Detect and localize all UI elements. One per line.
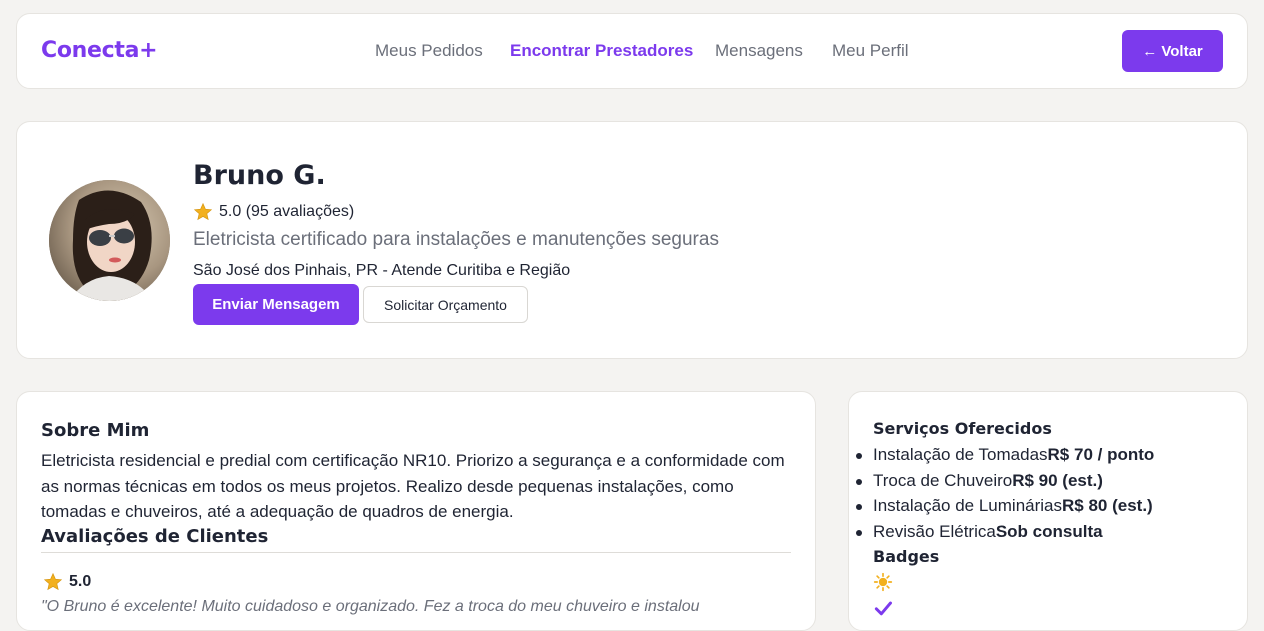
services-title: Serviços Oferecidos bbox=[873, 419, 1052, 438]
service-item: Troca de ChuveiroR$ 90 (est.) bbox=[855, 468, 1154, 494]
provider-rating: 5.0 (95 avaliações) bbox=[193, 202, 354, 222]
main-nav: Meus Pedidos Encontrar Prestadores Mensa… bbox=[17, 41, 1247, 63]
services-card: Serviços Oferecidos Instalação de Tomada… bbox=[848, 391, 1248, 631]
send-message-button[interactable]: Enviar Mensagem bbox=[193, 284, 359, 325]
top-navbar: Conecta+ Meus Pedidos Encontrar Prestado… bbox=[16, 13, 1248, 89]
nav-meu-perfil[interactable]: Meu Perfil bbox=[832, 41, 909, 61]
avatar bbox=[49, 180, 170, 301]
provider-location: São José dos Pinhais, PR - Atende Curiti… bbox=[193, 262, 571, 279]
about-card: Sobre Mim Eletricista residencial e pred… bbox=[16, 391, 816, 631]
nav-mensagens[interactable]: Mensagens bbox=[715, 41, 803, 61]
sun-badge-icon bbox=[873, 572, 893, 592]
profile-card: Bruno G. 5.0 (95 avaliações) Eletricista… bbox=[16, 121, 1248, 359]
star-icon bbox=[43, 572, 63, 591]
nav-encontrar-prestadores[interactable]: Encontrar Prestadores bbox=[510, 41, 693, 61]
provider-name: Bruno G. bbox=[193, 160, 326, 191]
star-icon bbox=[193, 202, 213, 221]
services-list: Instalação de TomadasR$ 70 / ponto Troca… bbox=[855, 442, 1154, 545]
about-title: Sobre Mim bbox=[41, 420, 150, 441]
service-item: Revisão ElétricaSob consulta bbox=[855, 519, 1154, 545]
rating-text: 5.0 (95 avaliações) bbox=[219, 203, 355, 220]
request-quote-button[interactable]: Solicitar Orçamento bbox=[363, 286, 528, 323]
divider bbox=[41, 552, 791, 553]
review-text: "O Bruno é excelente! Muito cuidadoso e … bbox=[41, 598, 700, 615]
service-item: Instalação de TomadasR$ 70 / ponto bbox=[855, 442, 1154, 468]
review-rating: 5.0 bbox=[43, 572, 91, 592]
avatar-photo bbox=[49, 180, 170, 301]
nav-meus-pedidos[interactable]: Meus Pedidos bbox=[375, 41, 483, 61]
badges-title: Badges bbox=[873, 547, 940, 566]
service-item: Instalação de LumináriasR$ 80 (est.) bbox=[855, 493, 1154, 519]
about-text: Eletricista residencial e predial com ce… bbox=[41, 451, 785, 521]
back-button[interactable]: ← Voltar bbox=[1122, 30, 1223, 72]
reviews-title: Avaliações de Clientes bbox=[41, 526, 269, 547]
provider-tagline: Eletricista certificado para instalações… bbox=[193, 229, 719, 250]
check-badge-icon bbox=[874, 601, 892, 616]
review-rating-value: 5.0 bbox=[69, 573, 92, 590]
